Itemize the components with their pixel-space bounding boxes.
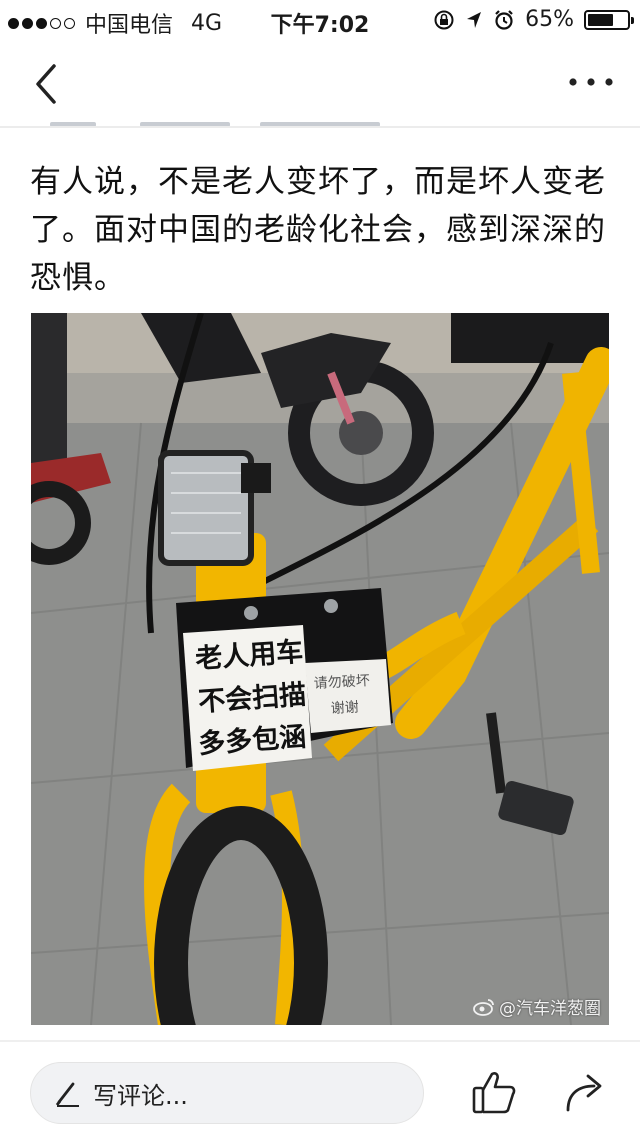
back-chevron-icon[interactable] (28, 62, 68, 106)
status-right: 65% (433, 7, 634, 32)
watermark-text: @汽车洋葱圈 (499, 999, 601, 1019)
location-arrow-icon (467, 11, 482, 28)
image-watermark: @汽车洋葱圈 (473, 994, 601, 1019)
battery-percent: 65% (525, 7, 574, 32)
post-image[interactable]: 老人用车 不会扫描 多多包涵 请勿破坏 谢谢 @汽车洋葱圈 (31, 313, 609, 1025)
sign-side-line-1: 请勿破坏 (313, 673, 370, 692)
battery-icon (584, 9, 634, 30)
comment-input[interactable]: 写评论... (30, 1062, 424, 1124)
share-arrow-icon[interactable] (562, 1070, 606, 1114)
rotation-lock-icon (434, 10, 454, 29)
weibo-icon (473, 998, 494, 1016)
post-text: 有人说，不是老人变坏了，而是坏人变老了。面对中国的老龄化社会，感到深深的恐惧。 (30, 164, 606, 296)
more-dots-icon[interactable] (566, 70, 616, 94)
bottom-action-bar: 写评论... (0, 1040, 640, 1136)
pencil-icon (55, 1082, 79, 1107)
thumbs-up-icon[interactable] (470, 1068, 518, 1116)
comment-placeholder: 写评论... (93, 1081, 188, 1110)
bottom-divider (0, 1040, 640, 1042)
alarm-icon (495, 9, 513, 30)
nav-bar (0, 40, 640, 128)
sign-side-line-2: 谢谢 (330, 700, 359, 717)
status-bar: 中国电信 4G 下午7:02 65% (0, 0, 640, 40)
battery-level-fill (588, 13, 613, 26)
nav-divider (0, 126, 640, 128)
